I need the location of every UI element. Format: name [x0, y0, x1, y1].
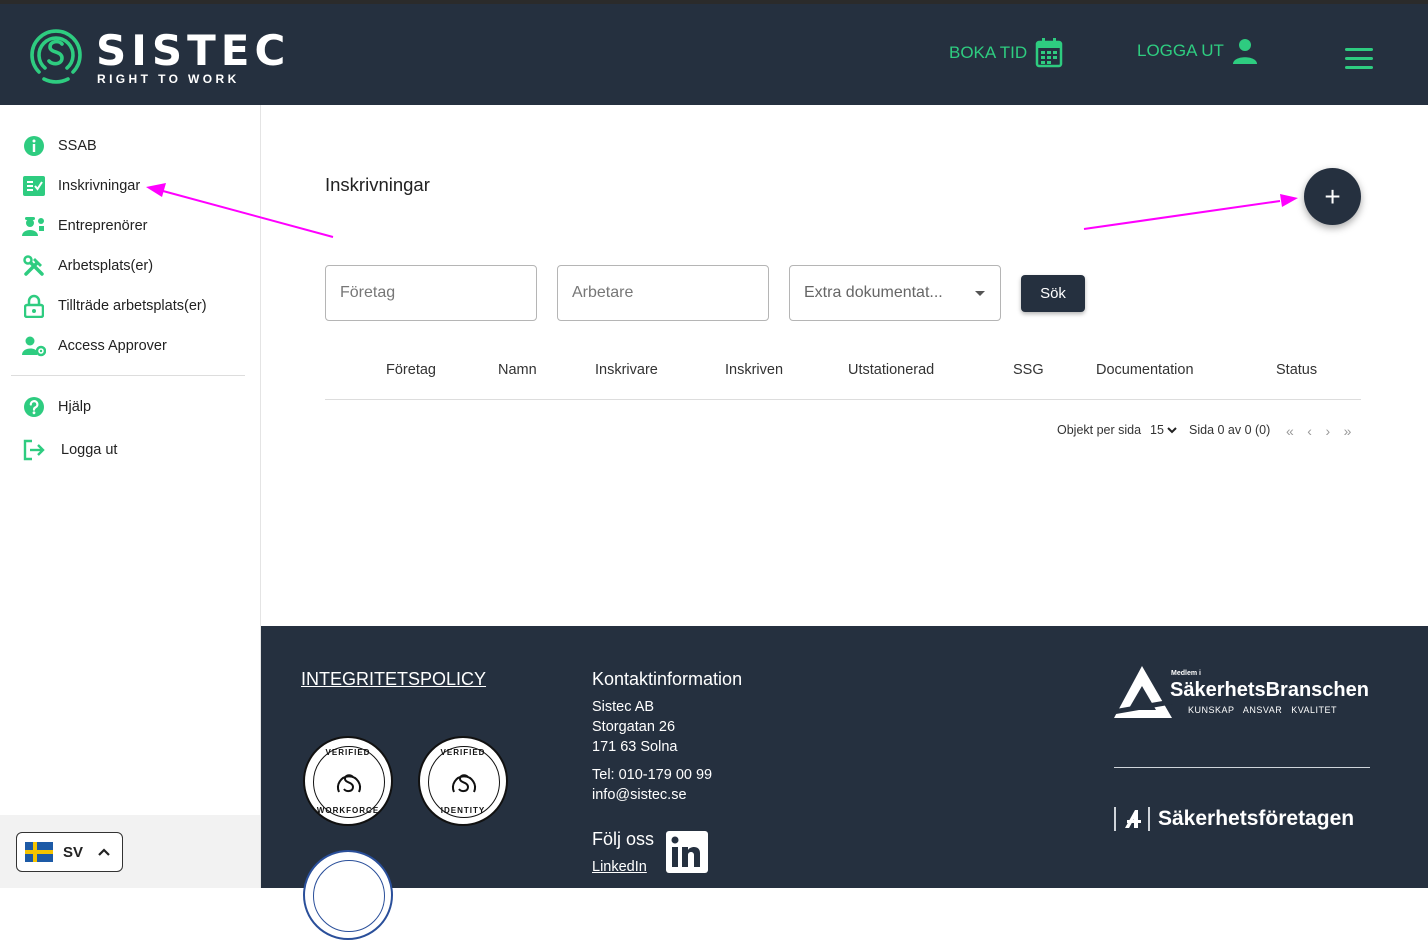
worker-filter-input[interactable] — [557, 265, 769, 321]
contact-city: 171 63 Solna — [592, 739, 678, 755]
partner-tags: KUNSKAP ANSVAR KVALITET — [1188, 705, 1338, 715]
sakerhetsbranschen-logo-icon — [1114, 666, 1174, 718]
partner-sakerhetsbranschen: SäkerhetsBranschen — [1170, 679, 1369, 701]
column-header-ssg[interactable]: SSG — [1013, 362, 1044, 378]
annotation-arrow-add — [1083, 194, 1298, 230]
chevron-down-icon — [1167, 427, 1178, 434]
contact-email[interactable]: info@sistec.se — [592, 787, 687, 803]
column-header-utstationerad[interactable]: Utstationerad — [848, 362, 934, 378]
pagination-controls: « ‹ › » — [1286, 423, 1351, 439]
per-page-label: Objekt per sida — [1057, 423, 1142, 437]
column-header-inskrivare[interactable]: Inskrivare — [595, 362, 658, 378]
column-header-inskriven[interactable]: Inskriven — [725, 362, 783, 378]
company-filter-input[interactable] — [325, 265, 537, 321]
next-page-icon[interactable]: › — [1325, 423, 1330, 439]
sakerhetsforetagen-logo-icon — [1114, 807, 1150, 831]
contact-heading: Kontaktinformation — [592, 669, 743, 689]
per-page-select[interactable]: 15 — [1150, 423, 1178, 437]
footer-divider — [1114, 767, 1370, 768]
contact-street: Storgatan 26 — [592, 719, 676, 735]
privacy-policy-link[interactable]: INTEGRITETSPOLICY — [301, 669, 486, 690]
linkedin-link[interactable]: LinkedIn — [592, 859, 647, 875]
column-header-status[interactable]: Status — [1276, 362, 1317, 378]
table-header-divider — [325, 399, 1361, 400]
iso-certification-badge — [303, 850, 393, 940]
verified-workforce-badge: VERIFIED WORKFORCE — [303, 736, 393, 826]
fingerprint-icon — [452, 774, 476, 793]
linkedin-icon[interactable] — [666, 831, 708, 873]
search-button[interactable]: Sök — [1021, 275, 1085, 312]
follow-us-label: Följ oss — [592, 829, 655, 849]
dropdown-arrow-icon — [975, 291, 985, 296]
extra-documentation-select[interactable]: Extra dokumentat... — [789, 265, 1001, 321]
partner-member-label: Medlem i — [1171, 670, 1201, 677]
first-page-icon[interactable]: « — [1286, 423, 1294, 439]
column-header-namn[interactable]: Namn — [498, 362, 537, 378]
prev-page-icon[interactable]: ‹ — [1307, 423, 1312, 439]
footer: INTEGRITETSPOLICY VERIFIED WORKFORCE VER… — [261, 626, 1428, 940]
column-header-foretag[interactable]: Företag — [386, 362, 436, 378]
last-page-icon[interactable]: » — [1344, 423, 1352, 439]
verified-identity-badge: VERIFIED IDENTITY — [418, 736, 508, 826]
fingerprint-icon — [337, 774, 361, 793]
partner-sakerhetsforetagen: Säkerhetsföretagen — [1158, 807, 1355, 830]
per-page-value: 15 — [1150, 423, 1164, 437]
page-info: Sida 0 av 0 (0) — [1189, 423, 1271, 437]
contact-company: Sistec AB — [592, 699, 655, 715]
annotation-arrow-sidebar — [146, 183, 334, 238]
select-value: Extra dokumentat... — [804, 284, 943, 301]
contact-phone[interactable]: Tel: 010-179 00 99 — [592, 767, 712, 783]
column-header-documentation[interactable]: Documentation — [1096, 362, 1194, 378]
